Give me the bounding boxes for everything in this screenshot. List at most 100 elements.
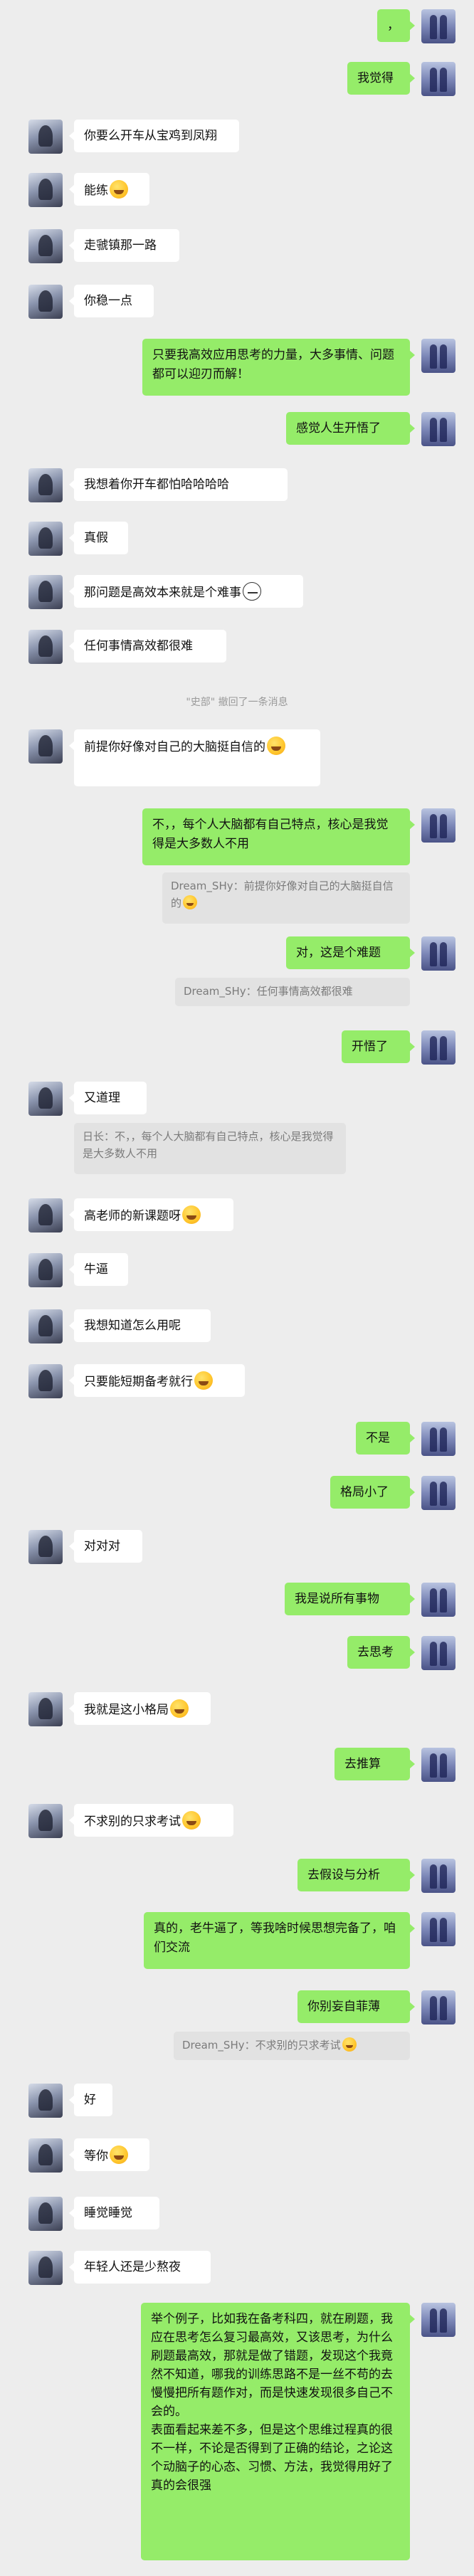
avatar[interactable]: [28, 1082, 63, 1116]
quoted-reply[interactable]: Dream_SHy：不求别的只求考试: [174, 2032, 410, 2060]
avatar[interactable]: [421, 2303, 455, 2337]
message-bubble[interactable]: 只要我高效应用思考的力量，大多事情、问题都可以迎刃而解！: [142, 339, 415, 396]
avatar[interactable]: [421, 339, 455, 373]
avatar[interactable]: [28, 1364, 63, 1398]
message-bubble[interactable]: 我是说所有事物: [285, 1583, 415, 1615]
system-notice: "史部" 撤回了一条消息: [186, 697, 288, 708]
message-bubble[interactable]: 我想着你开车都怕哈哈哈哈: [69, 468, 288, 501]
message-bubble[interactable]: 牛逼: [69, 1253, 128, 1286]
avatar[interactable]: [28, 1253, 63, 1287]
avatar[interactable]: [421, 412, 455, 446]
avatar[interactable]: [421, 1912, 455, 1946]
message-text: 年轻人还是少熬夜: [84, 2260, 181, 2274]
avatar[interactable]: [28, 2251, 63, 2285]
avatar[interactable]: [28, 1198, 63, 1232]
message-text: 我想着你开车都怕哈哈哈哈: [84, 477, 229, 492]
message-text: 任何事情高效都很难: [84, 639, 193, 653]
avatar[interactable]: [28, 729, 63, 764]
message-bubble[interactable]: 格局小了: [330, 1476, 415, 1509]
avatar[interactable]: [28, 173, 63, 207]
message-bubble[interactable]: 我觉得: [347, 62, 415, 95]
avatar[interactable]: [421, 936, 455, 971]
message-text: 走虢镇那一路: [84, 238, 157, 253]
message-bubble[interactable]: 年轻人还是少熬夜: [69, 2251, 211, 2284]
avatar[interactable]: [28, 229, 63, 263]
grin-emoji-icon: [182, 1811, 201, 1830]
drool-emoji-icon: [182, 1205, 201, 1224]
chat-window: ， 我觉得 你要么开车从宝鸡到凤翔 能练 走虢镇那一路 你稳一点 只要我高效应用…: [0, 0, 474, 2576]
message-text: 那问题是高效本来就是个难事: [84, 586, 241, 600]
avatar[interactable]: [421, 1859, 455, 1893]
message-text: 等你: [84, 2149, 108, 2163]
avatar[interactable]: [421, 1476, 455, 1510]
message-bubble[interactable]: 开悟了: [342, 1030, 415, 1063]
message-bubble[interactable]: 前提你好像对自己的大脑挺自信的: [69, 729, 320, 786]
avatar[interactable]: [28, 468, 63, 502]
message-text: 真假: [84, 531, 108, 545]
message-bubble[interactable]: 只要能短期备考就行: [69, 1364, 245, 1397]
message-bubble[interactable]: 我想知道怎么用呢: [69, 1309, 211, 1342]
message-bubble[interactable]: 真假: [69, 522, 128, 554]
message-text: 我想知道怎么用呢: [84, 1319, 181, 1333]
message-text: 又道理: [84, 1091, 120, 1105]
avatar[interactable]: [28, 630, 63, 664]
message-bubble[interactable]: ，: [377, 9, 415, 42]
message-bubble[interactable]: 不，，每个人大脑都有自己特点，核心是我觉得是大多数人不用: [142, 808, 415, 865]
avatar[interactable]: [28, 1530, 63, 1564]
message-bubble[interactable]: 睡觉睡觉: [69, 2197, 159, 2229]
quoted-reply[interactable]: 日长：不，，每个人大脑都有自己特点，核心是我觉得是大多数人不用: [74, 1123, 346, 1174]
avatar[interactable]: [421, 808, 455, 843]
message-bubble[interactable]: 去假设与分析: [297, 1859, 415, 1891]
message-bubble[interactable]: 高老师的新课题呀: [69, 1198, 233, 1231]
avatar[interactable]: [421, 1583, 455, 1617]
avatar[interactable]: [28, 522, 63, 556]
neutral-face-emoji-icon: [243, 582, 261, 601]
message-bubble[interactable]: 你别妄自菲薄: [297, 1990, 415, 2023]
message-bubble[interactable]: 任何事情高效都很难: [69, 630, 226, 663]
cat-grin-emoji-icon: [183, 895, 198, 909]
message-bubble[interactable]: 那问题是高效本来就是个难事: [69, 575, 303, 608]
message-bubble[interactable]: 好: [69, 2084, 112, 2116]
message-bubble[interactable]: 对，这是个难题: [286, 936, 415, 969]
quoted-reply[interactable]: Dream_SHy：前提你好像对自己的大脑挺自信的: [162, 872, 410, 924]
message-bubble[interactable]: 我就是这小格局: [69, 1692, 211, 1725]
message-bubble[interactable]: 不求别的只求考试: [69, 1804, 233, 1837]
avatar[interactable]: [421, 62, 455, 96]
quote-text: Dream_SHy：前提你好像对自己的大脑挺自信的: [171, 880, 394, 909]
avatar[interactable]: [28, 2084, 63, 2118]
avatar[interactable]: [28, 285, 63, 319]
avatar[interactable]: [421, 1990, 455, 2025]
quoted-reply[interactable]: Dream_SHy：任何事情高效都很难: [175, 978, 410, 1006]
avatar[interactable]: [28, 120, 63, 154]
quote-text: Dream_SHy：不求别的只求考试: [182, 2039, 341, 2052]
message-text: 睡觉睡觉: [84, 2206, 132, 2220]
message-bubble[interactable]: 对对对: [69, 1530, 142, 1563]
message-bubble[interactable]: 能练: [69, 173, 149, 206]
avatar[interactable]: [28, 1804, 63, 1838]
grin-emoji-icon: [170, 1699, 189, 1718]
message-bubble[interactable]: 又道理: [69, 1082, 147, 1114]
avatar[interactable]: [421, 1636, 455, 1670]
avatar[interactable]: [421, 9, 455, 43]
cat-grin-emoji-icon: [267, 737, 285, 755]
message-bubble[interactable]: 感觉人生开悟了: [286, 412, 415, 445]
avatar[interactable]: [28, 2197, 63, 2231]
avatar[interactable]: [28, 1309, 63, 1344]
avatar[interactable]: [28, 2138, 63, 2173]
grin-emoji-icon: [110, 2145, 128, 2164]
avatar[interactable]: [28, 575, 63, 609]
message-bubble[interactable]: 走虢镇那一路: [69, 229, 179, 262]
message-bubble[interactable]: 去推算: [335, 1748, 415, 1780]
avatar[interactable]: [421, 1422, 455, 1456]
avatar[interactable]: [421, 1748, 455, 1782]
message-text: 只要能短期备考就行: [84, 1375, 193, 1389]
message-bubble[interactable]: 举个例子，比如我在备考科四，就在刷题，我应在思考怎么复习最高效，又该思考，为什么…: [141, 2303, 415, 2560]
message-bubble[interactable]: 等你: [69, 2138, 149, 2171]
message-bubble[interactable]: 去思考: [347, 1636, 415, 1669]
avatar[interactable]: [421, 1030, 455, 1065]
message-bubble[interactable]: 你稳一点: [69, 285, 154, 317]
message-bubble[interactable]: 不是: [356, 1422, 415, 1455]
message-bubble[interactable]: 你要么开车从宝鸡到凤翔: [69, 120, 239, 152]
message-bubble[interactable]: 真的，老牛逼了，等我啥时候思想完备了，咱们交流: [144, 1912, 415, 1969]
avatar[interactable]: [28, 1692, 63, 1726]
